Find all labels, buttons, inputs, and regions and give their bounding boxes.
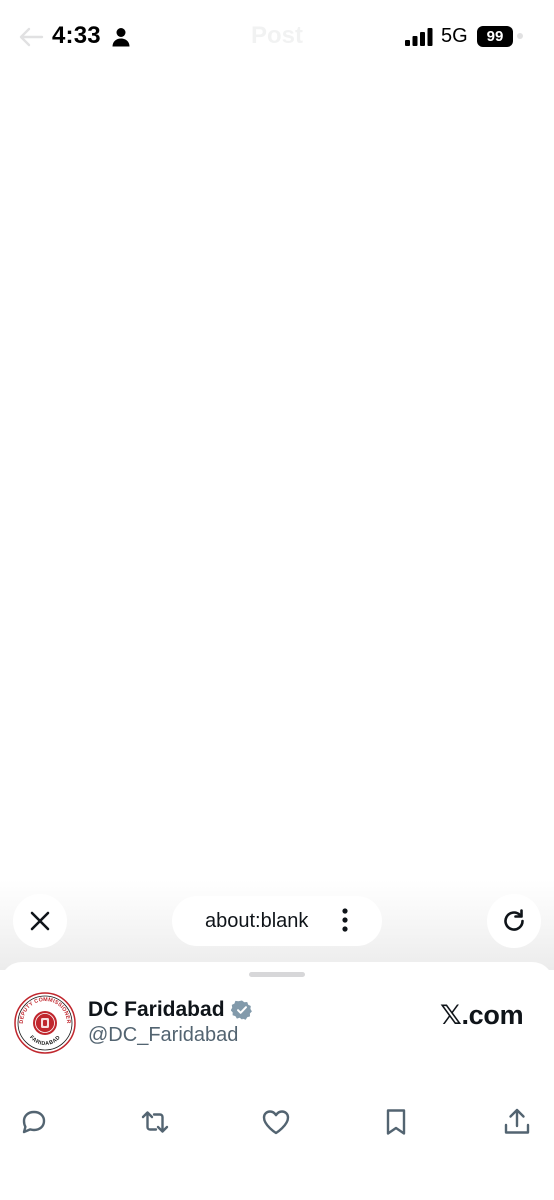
account-handle[interactable]: @DC_Faridabad (88, 1024, 238, 1047)
network-type: 5G (441, 25, 468, 47)
more-vertical-icon[interactable] (338, 907, 352, 933)
close-button[interactable] (13, 894, 67, 948)
address-bar[interactable]: about:blank (172, 896, 382, 946)
account-name-row: DC Faridabad (88, 998, 253, 1022)
clock: 4:33 (52, 22, 101, 49)
reload-button[interactable] (487, 894, 541, 948)
webview-content (0, 74, 554, 880)
reply-button[interactable] (14, 1102, 54, 1142)
bookmark-icon (386, 1109, 406, 1135)
like-icon (262, 1110, 290, 1135)
bookmark-button[interactable] (376, 1102, 416, 1142)
reply-icon (22, 1110, 46, 1134)
more-icon (517, 33, 523, 39)
avatar[interactable]: DEPUTY COMMISSIONER FARIDABAD (14, 992, 76, 1054)
reload-icon (504, 909, 524, 931)
like-button[interactable] (256, 1102, 296, 1142)
battery-indicator: 99 (477, 26, 513, 47)
url-text: about:blank (205, 910, 309, 932)
cellular-signal-icon (405, 28, 433, 46)
repost-button[interactable] (135, 1102, 175, 1142)
close-icon (30, 911, 50, 931)
share-button[interactable] (497, 1102, 537, 1142)
repost-icon (141, 1111, 169, 1133)
share-icon (504, 1108, 530, 1134)
post-actions (0, 1102, 554, 1142)
account-name[interactable]: DC Faridabad (88, 998, 225, 1022)
status-bar: Post 4:33 5G 99 (0, 0, 554, 74)
person-icon (112, 28, 130, 47)
sheet-grabber[interactable] (249, 972, 305, 977)
share-sheet: DEPUTY COMMISSIONER FARIDABAD DC Faridab… (0, 962, 554, 1200)
screen: Post 4:33 5G 99 about:blank DEPUTY COMMI… (0, 0, 554, 1200)
site-domain[interactable]: 𝕏.com (440, 1000, 524, 1031)
verified-badge-icon (230, 1000, 252, 1020)
